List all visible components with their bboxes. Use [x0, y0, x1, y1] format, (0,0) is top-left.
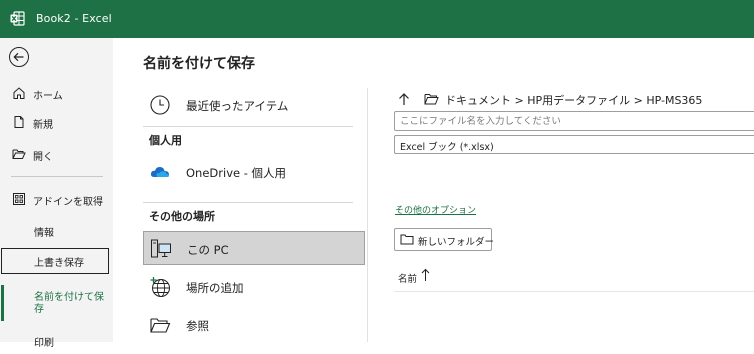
sidebar-item-label: アドインを取得: [33, 197, 103, 208]
sidebar-item-info[interactable]: 情報: [0, 218, 113, 244]
sidebar-item-label: ホーム: [33, 91, 63, 102]
column-divider: [394, 291, 754, 292]
sidebar-item-get-addins[interactable]: アドインを取得: [0, 187, 113, 213]
sidebar-item-new[interactable]: 新規: [0, 110, 113, 136]
computer-icon: [151, 239, 171, 258]
location-browse[interactable]: 参照: [143, 308, 365, 342]
excel-logo-icon: [10, 11, 25, 26]
addin-grid-icon: [13, 193, 25, 205]
location-label: OneDrive - 個人用: [186, 166, 287, 180]
location-onedrive[interactable]: OneDrive - 個人用: [143, 155, 365, 189]
section-divider: [143, 126, 353, 127]
sidebar-item-open[interactable]: 開く: [0, 142, 113, 168]
selection-indicator: [1, 285, 4, 321]
sidebar-item-home[interactable]: ホーム: [0, 81, 113, 107]
globe-add-icon: [150, 277, 170, 297]
location-label: 参照: [186, 319, 209, 333]
location-this-pc[interactable]: この PC: [143, 231, 365, 265]
clock-icon: [150, 95, 170, 115]
new-folder-button[interactable]: 新しいフォルダー: [394, 228, 495, 251]
location-label: 場所の追加: [186, 281, 244, 295]
sidebar-item-label: 名前を付けて保: [34, 292, 104, 303]
more-options-link[interactable]: その他のオプション: [395, 203, 476, 216]
location-add-place[interactable]: 場所の追加: [143, 270, 365, 304]
panel-divider: [367, 88, 368, 342]
column-header-name[interactable]: 名前: [398, 271, 417, 285]
section-header-other: その他の場所: [149, 210, 215, 223]
cloud-icon: [150, 166, 170, 177]
home-icon: [13, 87, 25, 99]
sidebar-item-save-as[interactable]: 名前を付けて保 存: [0, 285, 113, 321]
title-bar: Book2 - Excel: [0, 0, 754, 38]
sort-ascending-icon[interactable]: [421, 268, 430, 282]
section-header-personal: 個人用: [149, 134, 182, 147]
location-label: 最近使ったアイテム: [186, 99, 289, 113]
page-title: 名前を付けて保存: [143, 56, 255, 72]
sidebar-item-save[interactable]: 上書き保存: [1, 248, 109, 274]
sidebar-item-label: 上書き保存: [34, 258, 84, 269]
file-type-select[interactable]: Excel ブック (*.xlsx): [394, 135, 754, 154]
sidebar-item-label-wrap: 存: [34, 304, 44, 315]
open-folder-icon: [12, 149, 26, 159]
up-arrow-icon[interactable]: [397, 92, 411, 106]
sidebar-item-print[interactable]: 印刷: [0, 328, 113, 354]
location-label: この PC: [187, 243, 229, 257]
location-recent[interactable]: 最近使ったアイテム: [143, 88, 365, 122]
folder-icon: [150, 318, 171, 333]
file-name-input[interactable]: [394, 111, 754, 131]
folder-icon: [400, 234, 414, 245]
sidebar-item-label: 新規: [33, 120, 53, 131]
folder-icon: [424, 94, 439, 105]
backstage-sidebar: ホーム 新規 開く アドインを取得 情報 上書き保存 名前を付けて保 存 印刷: [0, 38, 113, 349]
new-folder-label: 新しいフォルダー: [418, 237, 495, 248]
window-title: Book2 - Excel: [36, 12, 112, 25]
breadcrumb[interactable]: ドキュメント > HP用データファイル > HP-MS365: [445, 92, 702, 108]
sidebar-item-label: 情報: [34, 228, 54, 239]
sidebar-divider: [11, 176, 103, 177]
new-doc-icon: [14, 116, 24, 128]
back-arrow-icon[interactable]: [8, 46, 30, 68]
sidebar-item-label: 開く: [33, 152, 53, 163]
section-divider: [143, 202, 353, 203]
